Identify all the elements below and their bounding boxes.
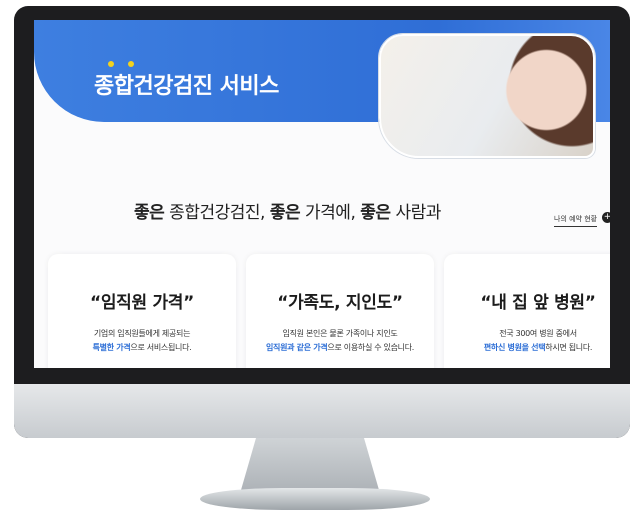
card-title: “내 집 앞 병원” xyxy=(480,293,596,313)
card-family-friends: “가족도, 지인도” 임직원 본인은 물론 가족이나 지인도 임직원과 같은 가… xyxy=(246,254,434,368)
card-text: 으로 서비스됩니다. xyxy=(130,343,192,352)
card-title: “임직원 가격” xyxy=(89,293,195,313)
card-highlight: 편하신 병원을 선택 xyxy=(483,343,546,352)
card-description: 임직원 본인은 물론 가족이나 지인도 xyxy=(282,329,398,338)
tagline: 좋은 종합건강검진, 좋은 가격에, 좋은 사람과 xyxy=(134,198,441,223)
monitor-stand xyxy=(241,438,379,490)
card-employee-price: “임직원 가격” 기업의 임직원들에게 제공되는 특별한 가격으로 서비스됩니다… xyxy=(48,254,236,368)
tagline-text: 종합건강검진, xyxy=(164,203,270,223)
monitor-frame: 종합건강검진 서비스 좋은 종합건강검진, 좋은 가격에, 좋은 사람과 나의 … xyxy=(14,6,630,438)
card-nearby-hospital: “내 집 앞 병원” 전국 300여 병원 중에서 편하신 병원을 선택하시면 … xyxy=(444,254,610,368)
plus-icon[interactable]: + xyxy=(602,212,610,223)
tagline-text: 가격에, xyxy=(300,203,361,223)
card-highlight: 임직원과 같은 가격 xyxy=(265,343,328,352)
card-title: “가족도, 지인도” xyxy=(277,293,403,313)
monitor-chin xyxy=(14,384,630,438)
monitor-base xyxy=(200,488,430,510)
tagline-text: 사람과 xyxy=(390,203,441,223)
card-description: 편하신 병원을 선택하시면 됩니다. xyxy=(444,342,610,353)
hero-photo xyxy=(379,34,595,158)
card-text: 하시면 됩니다. xyxy=(545,343,593,352)
tagline-word: 좋은 xyxy=(269,203,301,223)
card-description: 전국 300여 병원 중에서 xyxy=(499,329,577,338)
card-text: 으로 이용하실 수 있습니다. xyxy=(327,343,415,352)
card-description: 기업의 임직원들에게 제공되는 xyxy=(93,329,191,338)
tagline-word: 좋은 xyxy=(134,203,165,223)
page-title: 종합건강검진 서비스 xyxy=(94,74,279,99)
tagline-word: 좋은 xyxy=(360,203,391,223)
card-description: 임직원과 같은 가격으로 이용하실 수 있습니다. xyxy=(246,342,434,353)
dot-icon xyxy=(108,61,114,67)
my-reservation-link[interactable]: 나의 예약 현황 xyxy=(554,214,598,227)
webpage-screen: 종합건강검진 서비스 좋은 종합건강검진, 좋은 가격에, 좋은 사람과 나의 … xyxy=(34,20,610,368)
card-description: 특별한 가격으로 서비스됩니다. xyxy=(48,342,236,353)
card-highlight: 특별한 가격 xyxy=(92,343,131,352)
dot-icon xyxy=(128,61,134,67)
